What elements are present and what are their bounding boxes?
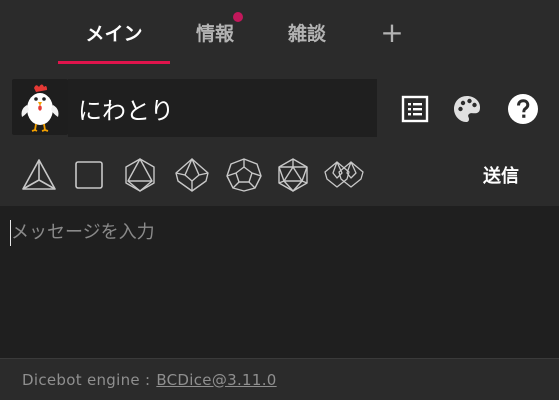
d100-icon[interactable] xyxy=(324,156,364,194)
message-input[interactable] xyxy=(0,206,559,358)
bcdice-link[interactable]: BCDice@3.11.0 xyxy=(156,371,276,389)
d12-icon[interactable] xyxy=(225,156,263,194)
d8-icon[interactable] xyxy=(121,156,159,194)
dicebot-label: Dicebot engine : xyxy=(22,370,151,389)
d4-icon[interactable] xyxy=(20,156,58,194)
tab-main[interactable]: メイン xyxy=(58,0,170,64)
send-button[interactable]: 送信 xyxy=(466,158,536,192)
character-row: にわとり xyxy=(0,64,559,144)
tab-chat[interactable]: 雑談 xyxy=(264,0,350,64)
help-icon[interactable] xyxy=(506,92,540,126)
palette-icon[interactable] xyxy=(450,92,484,126)
list-icon[interactable] xyxy=(398,92,432,126)
chicken-avatar[interactable] xyxy=(12,79,68,135)
add-tab-button[interactable]: + xyxy=(364,0,420,64)
dice-toolbar: 送信 xyxy=(0,144,559,206)
d20-icon[interactable] xyxy=(274,156,312,194)
notification-dot xyxy=(233,12,243,22)
message-area xyxy=(0,206,559,358)
text-caret xyxy=(10,220,11,246)
tab-bar: メイン 情報 雑談 + xyxy=(0,0,559,64)
tab-info[interactable]: 情報 xyxy=(172,0,258,64)
footer: Dicebot engine : BCDice@3.11.0 xyxy=(0,358,559,400)
d10-icon[interactable] xyxy=(173,156,211,194)
d6-icon[interactable] xyxy=(70,156,108,194)
character-name[interactable]: にわとり xyxy=(68,79,377,137)
